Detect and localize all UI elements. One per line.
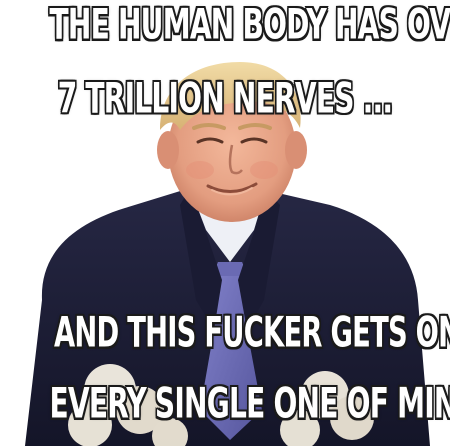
meme-image: THE HUMAN BODY HAS OVER 7 TRILLION NERVE…	[0, 0, 450, 446]
top-caption-line-1: THE HUMAN BODY HAS OVER	[49, 0, 450, 50]
bottom-caption-line-2: EVERY SINGLE ONE OF MINE	[49, 379, 450, 429]
bottom-caption-line-1: AND THIS FUCKER GETS ON	[54, 308, 450, 358]
top-caption-line-2: 7 TRILLION NERVES ...	[57, 74, 393, 124]
